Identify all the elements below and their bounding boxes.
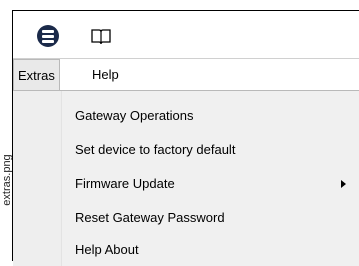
book-icon[interactable] bbox=[91, 27, 111, 45]
hamburger-menu-icon[interactable] bbox=[37, 25, 59, 47]
menu-item-factory-default[interactable]: Set device to factory default bbox=[75, 137, 235, 163]
menu-item-firmware-update[interactable]: Firmware Update bbox=[75, 171, 175, 197]
menu-item-gateway-operations[interactable]: Gateway Operations bbox=[75, 103, 194, 129]
menu-gutter bbox=[13, 91, 62, 266]
submenu-arrow-icon bbox=[341, 180, 346, 188]
toolbar bbox=[13, 11, 359, 57]
menu-help[interactable]: Help bbox=[88, 59, 123, 90]
menu-bar: Extras Help bbox=[13, 58, 359, 91]
menu-extras[interactable]: Extras bbox=[13, 59, 60, 91]
extras-dropdown-menu: Gateway Operations Set device to factory… bbox=[13, 90, 359, 266]
menu-item-help-about[interactable]: Help About bbox=[75, 237, 139, 263]
menu-item-reset-password[interactable]: Reset Gateway Password bbox=[75, 205, 225, 231]
app-window: Extras Help Gateway Operations Set devic… bbox=[12, 10, 359, 266]
